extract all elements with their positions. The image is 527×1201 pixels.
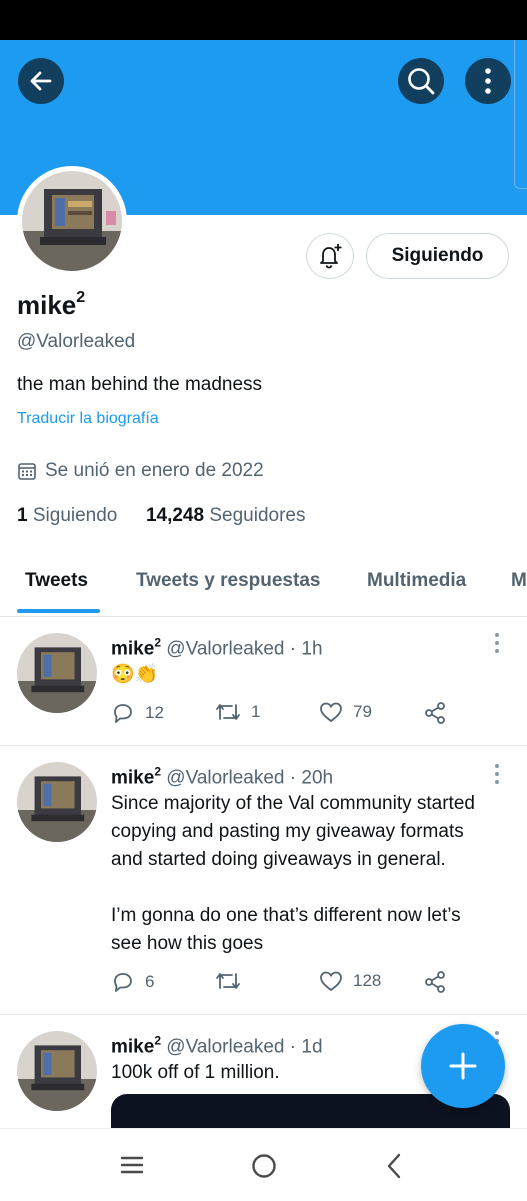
- tab-tweets[interactable]: Tweets: [25, 570, 88, 592]
- tweet-actions: 6 128: [111, 970, 511, 1000]
- profile-tabs: Tweets Tweets y respuestas Multimedia M: [0, 556, 527, 617]
- following-stat[interactable]: 1 Siguiendo: [17, 505, 117, 526]
- retweet-icon: [216, 973, 240, 989]
- back-arrow-icon: [30, 71, 52, 91]
- search-button[interactable]: [398, 58, 444, 104]
- avatar-image: [17, 1031, 97, 1111]
- tweet-header: mike2 @Valorleaked · 1h: [111, 636, 323, 660]
- tweet-avatar[interactable]: [17, 1031, 97, 1111]
- reply-icon: [114, 704, 132, 723]
- retweet-icon: [216, 704, 240, 720]
- followers-stat[interactable]: 14,248 Seguidores: [146, 505, 306, 526]
- search-icon: [408, 68, 435, 95]
- tweet-item[interactable]: mike2 @Valorleaked · 20h Since majority …: [0, 746, 527, 1015]
- share-button[interactable]: [423, 970, 447, 994]
- like-button[interactable]: 79: [319, 701, 372, 723]
- tweet-actions: 12 1 79: [111, 701, 511, 731]
- tweet-item[interactable]: mike2 @Valorleaked · 1h 😳👏 12 1 79: [0, 617, 527, 746]
- share-icon: [425, 702, 445, 724]
- notifications-button[interactable]: [306, 233, 354, 279]
- following-button[interactable]: Siguiendo: [366, 233, 509, 279]
- avatar-image: [17, 633, 97, 713]
- tweet-avatar[interactable]: [17, 762, 97, 842]
- tweet-header: mike2 @Valorleaked · 20h: [111, 765, 334, 789]
- profile-name: mike2: [17, 289, 86, 320]
- share-button[interactable]: [423, 701, 447, 725]
- joined-text: Se unió en enero de 2022: [45, 460, 264, 481]
- notification-bell-add-icon: [320, 244, 342, 269]
- system-navigation-bar: [0, 1128, 527, 1201]
- tweet-more-button[interactable]: [492, 764, 502, 784]
- tab-more[interactable]: M: [511, 570, 527, 592]
- home-circle-icon: [252, 1154, 276, 1178]
- tab-tweets-and-replies[interactable]: Tweets y respuestas: [136, 570, 320, 592]
- profile-avatar[interactable]: [17, 166, 127, 276]
- reply-button[interactable]: 6: [111, 970, 154, 994]
- compose-tweet-button[interactable]: [421, 1024, 505, 1108]
- share-icon: [425, 971, 445, 993]
- tab-media[interactable]: Multimedia: [367, 570, 466, 592]
- tweet-avatar[interactable]: [17, 633, 97, 713]
- profile-bio: the man behind the madness: [17, 374, 263, 395]
- nav-back-icon: [387, 1153, 401, 1179]
- home-button[interactable]: [251, 1153, 277, 1184]
- reply-button[interactable]: 12: [111, 701, 164, 725]
- scroll-indicator[interactable]: [514, 40, 527, 189]
- like-button[interactable]: 128: [319, 970, 381, 992]
- retweet-button[interactable]: 1: [215, 701, 260, 723]
- more-options-button[interactable]: [465, 58, 511, 104]
- avatar-image: [17, 762, 97, 842]
- tweet-more-button[interactable]: [492, 633, 502, 653]
- translate-bio-link[interactable]: Traducir la biografía: [17, 410, 159, 428]
- profile-handle: @Valorleaked: [17, 331, 136, 352]
- avatar-image: [22, 171, 122, 271]
- follow-stats: 1 Siguiendo 14,248 Seguidores: [17, 505, 305, 527]
- tweet-header: mike2 @Valorleaked · 1d: [111, 1034, 323, 1058]
- tweet-text: 😳👏: [111, 664, 159, 685]
- active-tab-indicator: [17, 609, 100, 613]
- heart-icon: [320, 702, 342, 723]
- more-vertical-icon: [485, 68, 491, 94]
- heart-icon: [320, 971, 342, 992]
- calendar-icon: [18, 463, 36, 480]
- retweet-button[interactable]: [215, 970, 251, 992]
- plus-icon: [449, 1052, 477, 1080]
- reply-icon: [114, 973, 132, 992]
- status-bar: [0, 0, 527, 40]
- nav-back-button[interactable]: [386, 1152, 402, 1185]
- recents-icon: [120, 1156, 144, 1174]
- joined-date: Se unió en enero de 2022: [17, 460, 264, 482]
- back-button[interactable]: [18, 58, 64, 104]
- recents-button[interactable]: [120, 1155, 144, 1180]
- tweet-text: Since majority of the Val community star…: [111, 793, 475, 954]
